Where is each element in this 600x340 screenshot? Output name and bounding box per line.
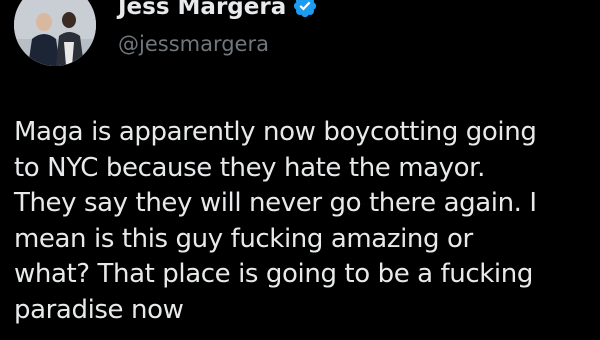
avatar-photo-icon — [14, 0, 96, 66]
author-avatar[interactable] — [14, 0, 96, 66]
verified-badge-icon — [294, 0, 317, 17]
tweet-body-text: Maga is apparently now boycotting going … — [14, 117, 537, 325]
display-name-text: Jess Margera — [118, 0, 287, 20]
author-handle[interactable]: @jessmargera — [118, 29, 269, 59]
author-display-name[interactable]: Jess Margera — [118, 0, 318, 24]
